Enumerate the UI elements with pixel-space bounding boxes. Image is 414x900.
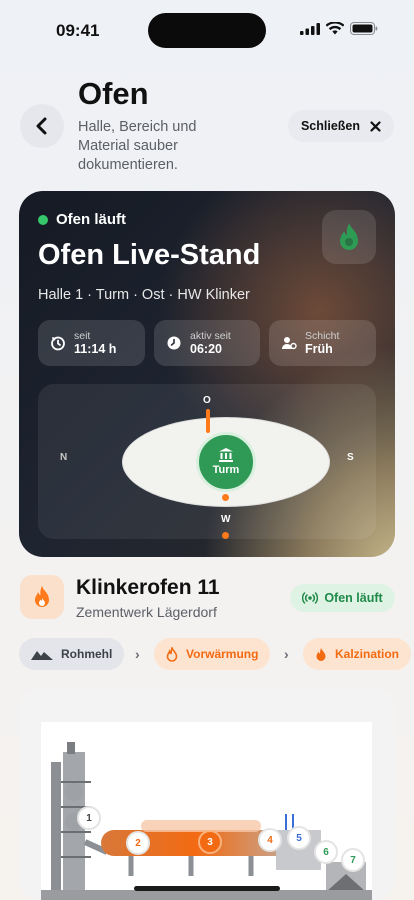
- orientation-dot-lower: [222, 532, 229, 539]
- battery-icon: [350, 22, 378, 35]
- diagram-marker-5[interactable]: 5: [287, 826, 311, 850]
- live-card-location: Halle 1 · Turm · Ost · HW Klinker: [38, 287, 250, 303]
- page-title: Ofen: [78, 76, 149, 111]
- stat-shift: Schicht Früh: [269, 320, 376, 366]
- kiln-diagram-card: 1 2 3 4 5 6 7: [19, 688, 395, 900]
- stat-shift-value: Früh: [305, 342, 333, 356]
- step-chip-kalzination[interactable]: Kalzination: [303, 638, 412, 670]
- person-shift-icon: [282, 337, 297, 350]
- flame-icon: [316, 647, 326, 661]
- diagram-marker-1[interactable]: 1: [77, 806, 101, 830]
- diagram-marker-4[interactable]: 4: [258, 828, 282, 852]
- building-icon: [219, 448, 233, 462]
- back-button[interactable]: [20, 104, 64, 148]
- clock-icon: [167, 336, 181, 350]
- kiln-status-label: Ofen läuft: [324, 591, 383, 605]
- turm-center-badge[interactable]: Turm: [196, 432, 256, 492]
- flame-outline-icon: [166, 646, 178, 662]
- step-chip-rohmehl[interactable]: Rohmehl: [19, 638, 125, 670]
- compass-label-n: N: [60, 452, 68, 463]
- running-indicator: Ofen läuft: [38, 211, 126, 228]
- orientation-compass[interactable]: O N S Turm W: [38, 384, 376, 539]
- orientation-dot: [222, 494, 229, 501]
- home-indicator[interactable]: [134, 886, 280, 891]
- compass-label-o: O: [203, 395, 211, 406]
- stat-runtime: seit 11:14 h: [38, 320, 145, 366]
- stat-shift-label: Schicht: [305, 330, 340, 342]
- stat-runtime-label: seit: [74, 330, 91, 342]
- step-label: Vorwärmung: [186, 647, 259, 661]
- flame-badge: [322, 210, 376, 264]
- status-dot: [38, 214, 48, 225]
- step-chip-vorwaermung[interactable]: Vorwärmung: [154, 638, 271, 670]
- dynamic-island: [148, 13, 266, 48]
- timer-icon: [51, 336, 65, 351]
- kiln-status-badge[interactable]: Ofen läuft: [290, 584, 395, 612]
- diagram-marker-2[interactable]: 2: [126, 831, 150, 855]
- mountain-icon: [31, 651, 53, 660]
- kiln-icon-box: [20, 575, 64, 619]
- kiln-plant: Zementwerk Lägerdorf: [76, 604, 217, 620]
- diagram-marker-6[interactable]: 6: [314, 840, 338, 864]
- chevron-right-icon: ›: [135, 646, 140, 662]
- step-label: Rohmehl: [61, 647, 113, 661]
- broadcast-icon: [302, 592, 319, 604]
- compass-label-w: W: [221, 514, 231, 525]
- status-time: 09:41: [56, 21, 100, 40]
- diagram-marker-3[interactable]: 3: [198, 830, 222, 854]
- step-label: Kalzination: [335, 647, 400, 661]
- signal-icon: [300, 22, 320, 35]
- live-status-card: Ofen läuft Ofen Live-Stand Halle 1 · Tur…: [19, 191, 395, 557]
- chevron-left-icon: [36, 117, 47, 135]
- stat-runtime-value: 11:14 h: [74, 342, 117, 356]
- flame-icon: [35, 586, 49, 607]
- kiln-info-row: Klinkerofen 11 Zementwerk Lägerdorf Ofen…: [0, 572, 414, 628]
- compass-label-s: S: [347, 452, 354, 463]
- status-bar: 09:41: [0, 0, 414, 60]
- kiln-name: Klinkerofen 11: [76, 576, 220, 599]
- orientation-marker: [206, 409, 210, 433]
- stat-active-since: aktiv seit 06:20: [154, 320, 260, 366]
- close-button[interactable]: Schließen: [288, 110, 394, 142]
- process-steps: Rohmehl › Vorwärmung › Kalzination: [0, 638, 414, 672]
- stat-active-value: 06:20: [190, 342, 222, 356]
- status-icons: [300, 22, 378, 35]
- running-label: Ofen läuft: [56, 211, 126, 228]
- diagram-marker-7[interactable]: 7: [341, 848, 365, 872]
- page-header: Ofen Halle, Bereich und Material sauber …: [0, 70, 414, 180]
- flame-icon: [340, 223, 358, 250]
- chevron-right-icon: ›: [284, 646, 289, 662]
- live-card-title: Ofen Live-Stand: [38, 239, 261, 271]
- close-icon: [370, 120, 381, 132]
- turm-label: Turm: [212, 464, 240, 476]
- wifi-icon: [326, 22, 344, 35]
- stat-active-label: aktiv seit: [190, 330, 231, 342]
- page-subtitle: Halle, Bereich und Material sauber dokum…: [78, 119, 197, 173]
- close-button-label: Schließen: [300, 119, 361, 133]
